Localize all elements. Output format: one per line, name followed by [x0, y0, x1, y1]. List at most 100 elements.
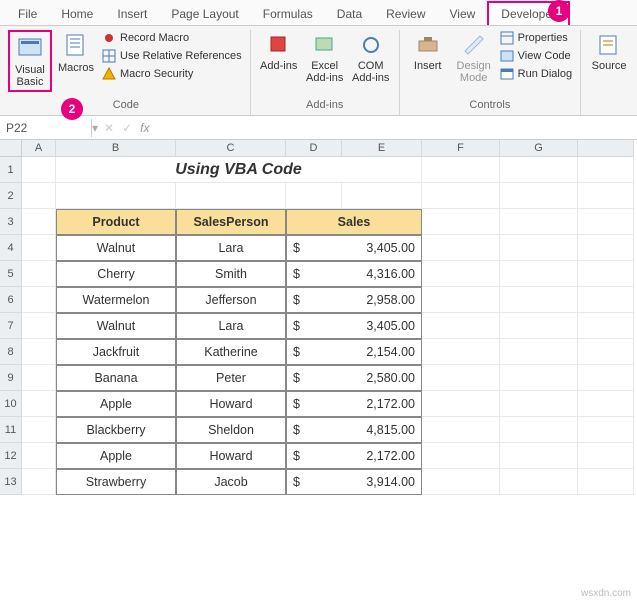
cell[interactable]: Katherine [176, 339, 286, 365]
cell[interactable] [578, 209, 634, 235]
cell[interactable] [578, 417, 634, 443]
row-header[interactable]: 11 [0, 417, 22, 443]
cell[interactable] [22, 235, 56, 261]
cell[interactable] [422, 261, 500, 287]
cell[interactable]: Jackfruit [56, 339, 176, 365]
cell[interactable] [500, 183, 578, 209]
row-header[interactable]: 3 [0, 209, 22, 235]
row-header[interactable]: 8 [0, 339, 22, 365]
cell[interactable]: Strawberry [56, 469, 176, 495]
cell[interactable] [500, 313, 578, 339]
tab-file[interactable]: File [6, 3, 49, 25]
macro-security-button[interactable]: Macro Security [100, 66, 244, 82]
cell[interactable]: Apple [56, 443, 176, 469]
cell[interactable]: Apple [56, 391, 176, 417]
properties-button[interactable]: Properties [498, 30, 574, 46]
tab-page-layout[interactable]: Page Layout [159, 3, 250, 25]
cell[interactable]: 4,815.00 [342, 417, 422, 443]
row-header[interactable]: 6 [0, 287, 22, 313]
cell[interactable] [22, 339, 56, 365]
cell[interactable]: Peter [176, 365, 286, 391]
cell[interactable]: $ [286, 391, 342, 417]
cell[interactable]: Jefferson [176, 287, 286, 313]
record-macro-button[interactable]: Record Macro [100, 30, 244, 46]
cell[interactable]: 4,316.00 [342, 261, 422, 287]
cell[interactable] [56, 183, 176, 209]
cell[interactable] [22, 261, 56, 287]
cell[interactable] [578, 183, 634, 209]
cell[interactable] [286, 183, 342, 209]
cell[interactable]: Product [56, 209, 176, 235]
cell[interactable] [578, 157, 634, 183]
cell[interactable]: Howard [176, 391, 286, 417]
cell[interactable] [22, 183, 56, 209]
cell[interactable]: $ [286, 261, 342, 287]
cell[interactable]: 3,405.00 [342, 235, 422, 261]
cell[interactable] [578, 391, 634, 417]
row-header[interactable]: 12 [0, 443, 22, 469]
cell[interactable]: 2,580.00 [342, 365, 422, 391]
row-header[interactable]: 7 [0, 313, 22, 339]
cell[interactable]: 2,958.00 [342, 287, 422, 313]
excel-addins-button[interactable]: Excel Add-ins [303, 30, 347, 86]
cell[interactable]: Sales [286, 209, 422, 235]
tab-data[interactable]: Data [325, 3, 374, 25]
cell[interactable] [500, 261, 578, 287]
run-dialog-button[interactable]: Run Dialog [498, 66, 574, 82]
cell[interactable] [500, 157, 578, 183]
column-header[interactable] [578, 140, 634, 157]
cell[interactable] [578, 443, 634, 469]
cell[interactable] [500, 209, 578, 235]
cell[interactable] [22, 209, 56, 235]
cell[interactable] [578, 365, 634, 391]
cell[interactable]: Smith [176, 261, 286, 287]
cell[interactable]: Howard [176, 443, 286, 469]
cell[interactable] [500, 469, 578, 495]
cell[interactable] [578, 469, 634, 495]
cancel-icon[interactable]: ✕ [104, 121, 114, 135]
cell[interactable]: 3,914.00 [342, 469, 422, 495]
cell[interactable] [22, 417, 56, 443]
worksheet-grid[interactable]: ABCDEFG1Using VBA Code23ProductSalesPers… [0, 140, 637, 495]
cell[interactable]: $ [286, 339, 342, 365]
cell[interactable] [176, 183, 286, 209]
row-header[interactable]: 10 [0, 391, 22, 417]
insert-controls-button[interactable]: Insert [406, 30, 450, 74]
cell[interactable] [342, 183, 422, 209]
column-header[interactable]: A [22, 140, 56, 157]
cell[interactable] [422, 365, 500, 391]
cell[interactable] [22, 313, 56, 339]
cell[interactable]: Using VBA Code [56, 157, 422, 183]
column-header[interactable]: F [422, 140, 500, 157]
com-addins-button[interactable]: COM Add-ins [349, 30, 393, 86]
relative-refs-button[interactable]: Use Relative References [100, 48, 244, 64]
row-header[interactable]: 5 [0, 261, 22, 287]
cell[interactable] [22, 287, 56, 313]
column-header[interactable]: D [286, 140, 342, 157]
row-header[interactable]: 4 [0, 235, 22, 261]
cell[interactable] [500, 365, 578, 391]
cell[interactable]: $ [286, 365, 342, 391]
design-mode-button[interactable]: Design Mode [452, 30, 496, 86]
cell[interactable] [422, 339, 500, 365]
cell[interactable]: Blackberry [56, 417, 176, 443]
cell[interactable]: 2,172.00 [342, 391, 422, 417]
cell[interactable] [422, 183, 500, 209]
cell[interactable] [500, 391, 578, 417]
visual-basic-button[interactable]: Visual Basic [8, 30, 52, 92]
cell[interactable] [422, 417, 500, 443]
column-header[interactable]: G [500, 140, 578, 157]
cell[interactable]: Lara [176, 235, 286, 261]
column-header[interactable]: B [56, 140, 176, 157]
cell[interactable]: 3,405.00 [342, 313, 422, 339]
cell[interactable] [22, 391, 56, 417]
cell[interactable]: Sheldon [176, 417, 286, 443]
column-header[interactable]: E [342, 140, 422, 157]
cell[interactable] [578, 261, 634, 287]
cell[interactable] [578, 235, 634, 261]
cell[interactable] [422, 469, 500, 495]
source-button[interactable]: Source [587, 30, 631, 74]
cell[interactable] [422, 391, 500, 417]
cell[interactable] [422, 209, 500, 235]
tab-formulas[interactable]: Formulas [251, 3, 325, 25]
